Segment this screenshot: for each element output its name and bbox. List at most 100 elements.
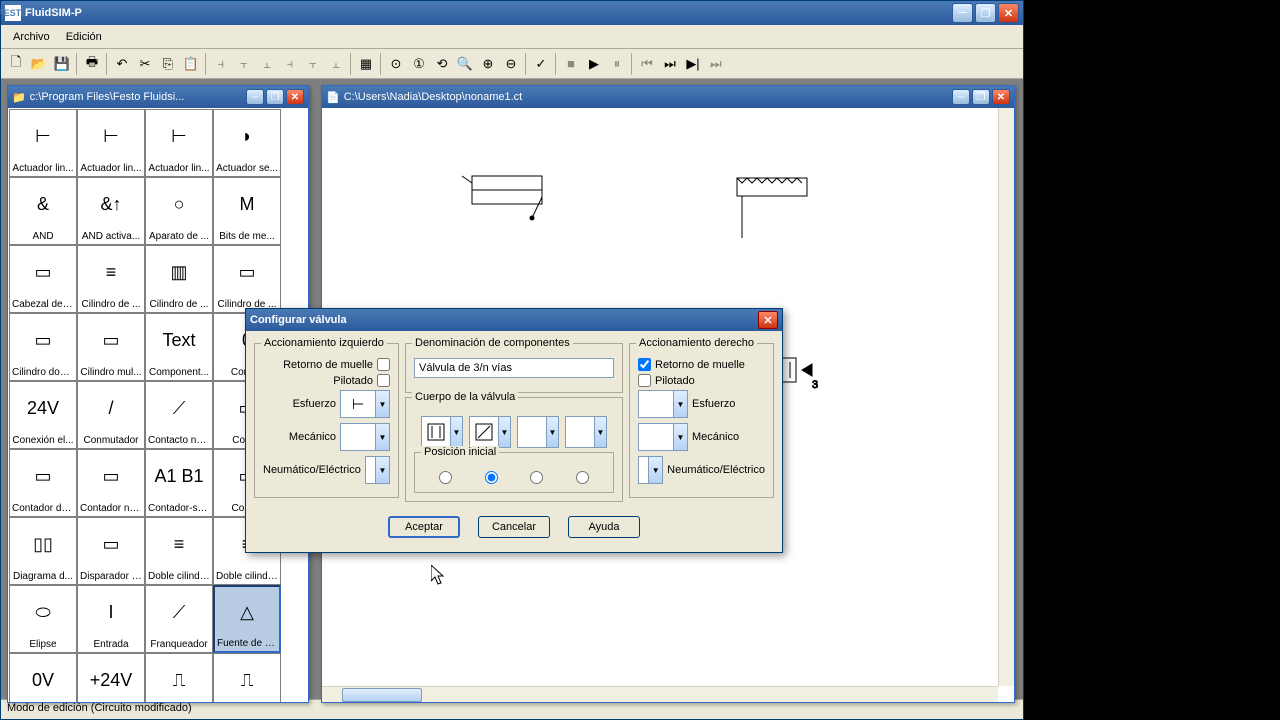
zoom-region-icon[interactable]: 🔍 xyxy=(454,53,476,75)
palette-item[interactable]: +24VFuente de t... xyxy=(77,653,145,702)
play-icon[interactable]: ▶ xyxy=(583,53,605,75)
print-icon[interactable]: 🖶 xyxy=(81,53,103,75)
initial-pos-radio-3[interactable] xyxy=(530,471,543,484)
palette-item[interactable]: ⊢Actuador lin... xyxy=(145,109,213,177)
palette-item[interactable]: ▥Cilindro de ... xyxy=(145,245,213,313)
step-icon[interactable]: ▶| xyxy=(682,53,704,75)
folder-icon: 📁 xyxy=(12,91,26,104)
left-actuation-group: Accionamiento izquierdo Retorno de muell… xyxy=(254,343,399,498)
right-piloted-checkbox[interactable] xyxy=(638,374,651,387)
palette-item[interactable]: ⟋Franqueador xyxy=(145,585,213,653)
cut-icon[interactable]: ✂ xyxy=(134,53,156,75)
copy-icon[interactable]: ⎘ xyxy=(157,53,179,75)
scrollbar-horizontal[interactable] xyxy=(322,686,998,702)
left-effort-combo[interactable]: ⊢ ▼ xyxy=(340,390,390,418)
palette-item[interactable]: A1 B1Contador-se... xyxy=(145,449,213,517)
new-icon[interactable]: 🗋 xyxy=(5,53,27,75)
body-pos3-combo[interactable]: ▼ xyxy=(517,416,559,448)
grid-icon[interactable]: ▦ xyxy=(355,53,377,75)
palette-item-label: Fuente de a... xyxy=(215,638,279,651)
body-pos2-combo[interactable]: ▼ xyxy=(469,416,511,448)
right-pneu-combo[interactable]: ▼ xyxy=(638,456,663,484)
menu-edicion[interactable]: Edición xyxy=(58,29,110,45)
palette-item[interactable]: /Conmutador xyxy=(77,381,145,449)
right-effort-combo[interactable]: ▼ xyxy=(638,390,688,418)
cancel-button[interactable]: Cancelar xyxy=(478,516,550,538)
minimize-button[interactable]: ─ xyxy=(952,3,973,23)
palette-item[interactable]: ◗Actuador se... xyxy=(213,109,281,177)
palette-item[interactable]: ▭Cabezal de i... xyxy=(9,245,77,313)
left-mech-combo[interactable]: ▼ xyxy=(340,423,390,451)
component-symbol-icon: ◗ xyxy=(242,110,253,163)
palette-item[interactable]: ○Aparato de ... xyxy=(145,177,213,245)
scrollbar-vertical[interactable] xyxy=(998,108,1014,686)
canvas-maximize[interactable]: ❐ xyxy=(972,89,990,105)
zoom-in-icon[interactable]: ⊕ xyxy=(477,53,499,75)
palette-item[interactable]: 24VConexión el... xyxy=(9,381,77,449)
palette-item[interactable]: 0VFuente de t... xyxy=(9,653,77,702)
palette-item[interactable]: ▯▯Diagrama d... xyxy=(9,517,77,585)
palette-item-label: Disparador d... xyxy=(78,571,144,584)
component-symbol-icon: ▯▯ xyxy=(33,518,53,571)
palette-item[interactable]: ▭Cilindro dobl... xyxy=(9,313,77,381)
scroll-thumb[interactable] xyxy=(342,688,422,702)
body-pos4-combo[interactable]: ▼ xyxy=(565,416,607,448)
left-pneu-combo[interactable]: ▼ xyxy=(365,456,390,484)
palette-item[interactable]: ⊢Actuador lin... xyxy=(77,109,145,177)
initial-pos-radio-2[interactable] xyxy=(485,471,498,484)
palette-item[interactable]: ≡Doble cilindr... xyxy=(145,517,213,585)
maximize-button[interactable]: ❐ xyxy=(975,3,996,23)
zoom-100-icon[interactable]: ① xyxy=(408,53,430,75)
palette-item[interactable]: ⊢Actuador lin... xyxy=(9,109,77,177)
palette-item[interactable]: △Fuente de a... xyxy=(213,585,281,653)
component-name-input[interactable] xyxy=(414,358,614,378)
dialog-close-button[interactable]: ✕ xyxy=(758,311,778,329)
palette-close[interactable]: ✕ xyxy=(286,89,304,105)
initial-pos-radio-4[interactable] xyxy=(576,471,589,484)
palette-item[interactable]: ⟋Contacto no... xyxy=(145,381,213,449)
zoom-out-icon[interactable]: ⊖ xyxy=(500,53,522,75)
palette-titlebar[interactable]: 📁 c:\Program Files\Festo Fluidsi... ─ ❐ … xyxy=(8,86,308,108)
canvas-titlebar[interactable]: 📄 C:\Users\Nadia\Desktop\noname1.ct ─ ❐ … xyxy=(322,86,1014,108)
palette-item[interactable]: ⎍Generador d... xyxy=(213,653,281,702)
component-symbol-icon: &↑ xyxy=(100,178,121,231)
palette-item[interactable]: ▭Contador ne... xyxy=(77,449,145,517)
palette-item[interactable]: ≡Cilindro de ... xyxy=(77,245,145,313)
right-mech-combo[interactable]: ▼ xyxy=(638,423,688,451)
canvas-close[interactable]: ✕ xyxy=(992,89,1010,105)
palette-item[interactable]: ▭Contador de... xyxy=(9,449,77,517)
right-actuation-group: Accionamiento derecho Retorno de muelle … xyxy=(629,343,774,498)
palette-item[interactable]: &↑AND activa... xyxy=(77,177,145,245)
component-symbol-icon: ⊢ xyxy=(103,110,119,163)
paste-icon[interactable]: 📋 xyxy=(180,53,202,75)
left-spring-checkbox[interactable] xyxy=(377,358,390,371)
check-icon[interactable]: ✓ xyxy=(530,53,552,75)
palette-minimize[interactable]: ─ xyxy=(246,89,264,105)
palette-item[interactable]: ⬭Elipse xyxy=(9,585,77,653)
palette-item[interactable]: MBits de me... xyxy=(213,177,281,245)
open-icon[interactable]: 📂 xyxy=(28,53,50,75)
palette-maximize[interactable]: ❐ xyxy=(266,89,284,105)
menu-archivo[interactable]: Archivo xyxy=(5,29,58,45)
zoom-prev-icon[interactable]: ⟲ xyxy=(431,53,453,75)
palette-item[interactable]: ▭Disparador d... xyxy=(77,517,145,585)
palette-item[interactable]: ⎍Generador d... xyxy=(145,653,213,702)
close-button[interactable]: ✕ xyxy=(998,3,1019,23)
left-piloted-checkbox[interactable] xyxy=(377,374,390,387)
body-pos1-combo[interactable]: ▼ xyxy=(421,416,463,448)
right-spring-checkbox[interactable] xyxy=(638,358,651,371)
canvas-minimize[interactable]: ─ xyxy=(952,89,970,105)
palette-item[interactable]: IEntrada xyxy=(77,585,145,653)
palette-item[interactable]: &AND xyxy=(9,177,77,245)
accept-button[interactable]: Aceptar xyxy=(388,516,460,538)
dialog-titlebar[interactable]: Configurar válvula ✕ xyxy=(246,309,782,331)
step-fwd-icon[interactable]: ⏭ xyxy=(659,53,681,75)
save-icon[interactable]: 💾 xyxy=(51,53,73,75)
help-button[interactable]: Ayuda xyxy=(568,516,640,538)
zoom-fit-icon[interactable]: ⊙ xyxy=(385,53,407,75)
palette-item[interactable]: TextComponent... xyxy=(145,313,213,381)
palette-item[interactable]: ▭Cilindro de ... xyxy=(213,245,281,313)
undo-icon[interactable]: ↶ xyxy=(111,53,133,75)
palette-item[interactable]: ▭Cilindro mul... xyxy=(77,313,145,381)
initial-pos-radio-1[interactable] xyxy=(439,471,452,484)
